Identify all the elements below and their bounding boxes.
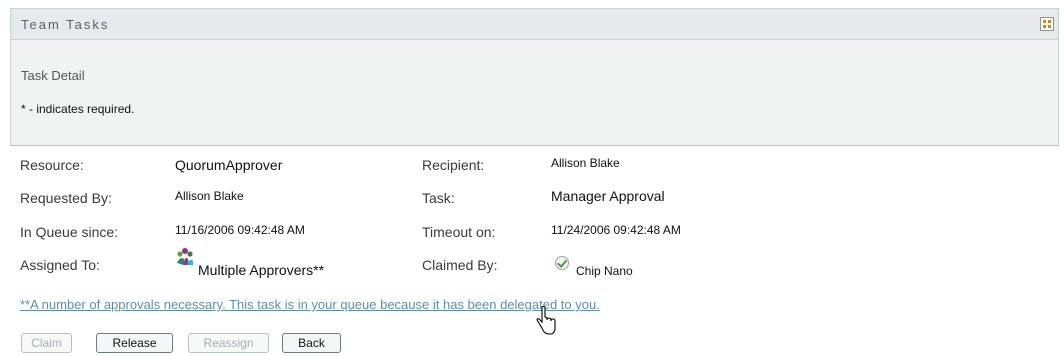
resource-value: QuorumApprover <box>175 157 283 173</box>
delegation-note-link[interactable]: **A number of approvals necessary. This … <box>20 297 600 312</box>
hand-cursor-icon <box>536 306 556 335</box>
check-circle-icon <box>555 256 569 270</box>
recipient-value: Allison Blake <box>551 156 620 170</box>
assigned-to-label: Assigned To: <box>20 257 100 273</box>
reassign-button[interactable]: Reassign <box>188 333 269 353</box>
requested-by-value: Allison Blake <box>175 189 244 203</box>
recipient-label: Recipient: <box>422 157 485 173</box>
timeout-value: 11/24/2006 09:42:48 AM <box>551 223 681 237</box>
panel-title: Team Tasks <box>21 17 110 32</box>
multiple-approvers-icon <box>177 248 193 265</box>
task-detail-header: Task Detail * - indicates required. <box>10 40 1059 146</box>
claim-button[interactable]: Claim <box>21 333 72 353</box>
timeout-label: Timeout on: <box>422 224 496 240</box>
back-button[interactable]: Back <box>282 333 341 353</box>
assigned-to-value[interactable]: Multiple Approvers** <box>198 262 324 278</box>
release-button[interactable]: Release <box>96 333 173 353</box>
in-queue-label: In Queue since: <box>20 224 119 240</box>
claimed-by-value: Chip Nano <box>576 264 633 278</box>
resource-label: Resource: <box>20 157 84 173</box>
task-label: Task: <box>422 190 455 206</box>
panel-title-bar: Team Tasks <box>10 8 1059 40</box>
grid-icon[interactable] <box>1040 17 1054 31</box>
claimed-by-label: Claimed By: <box>422 257 498 273</box>
requested-by-label: Requested By: <box>20 190 112 206</box>
task-detail-title: Task Detail <box>21 68 85 83</box>
in-queue-value: 11/16/2006 09:42:48 AM <box>175 223 305 237</box>
required-note: * - indicates required. <box>21 102 135 116</box>
task-value: Manager Approval <box>551 188 665 204</box>
